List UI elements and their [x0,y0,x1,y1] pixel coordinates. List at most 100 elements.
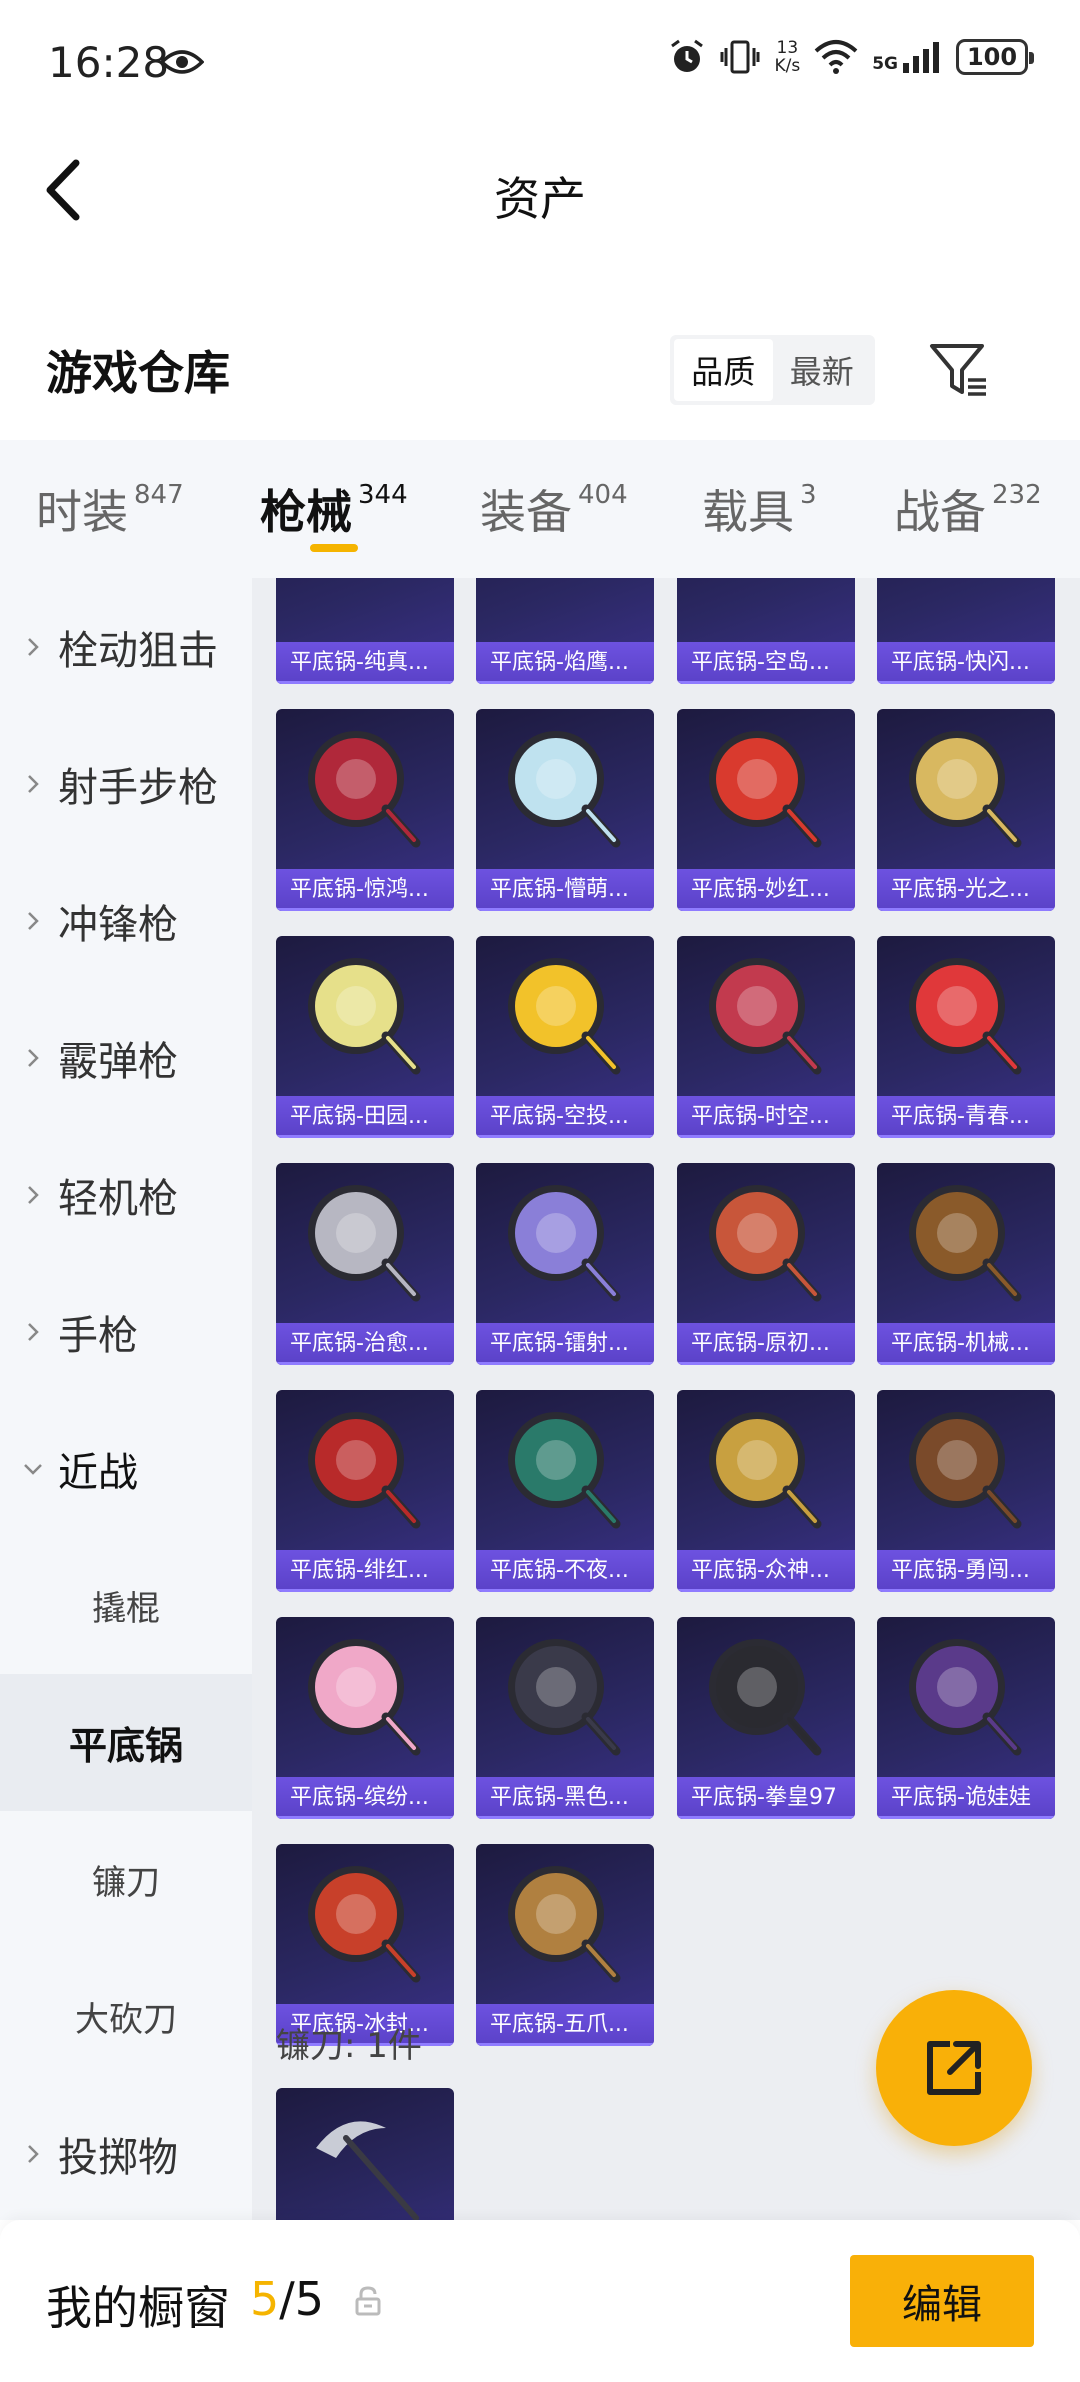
item-card[interactable]: 平底锅-光之... [877,709,1055,911]
edit-button[interactable]: 编辑 [850,2255,1034,2347]
item-card[interactable]: 平底锅-空岛... [677,578,855,684]
chevron-right-icon [28,1048,39,1067]
item-card[interactable]: 平底锅-绯红... [276,1390,454,1592]
sidebar-item-label: 栓动狙击 [58,627,218,674]
pan-icon [709,731,822,848]
nav-header: 资产 [0,125,1080,255]
item-card-label: 平底锅-时空... [677,1096,855,1138]
tab-vehicles[interactable]: 载具 3 [702,476,817,542]
sidebar-item-lmg[interactable]: 轻机枪 [0,1126,252,1263]
pan-icon [709,1639,822,1756]
sidebar: 栓动狙击 射手步枪 冲锋枪 霰弹枪 轻机枪 手枪 近战 撬棍 平底锅 镰刀 大砍… [0,578,252,2220]
sidebar-sub-pan[interactable]: 平底锅 [0,1674,252,1811]
sickle-icon [316,2121,419,2220]
item-card[interactable]: 平底锅-焰鹰... [476,578,654,684]
alarm-icon [671,39,704,72]
item-card[interactable]: 平底锅-快闪... [877,578,1055,684]
sort-quality-button[interactable]: 品质 [674,339,773,401]
section-title-sickle: 镰刀: 1件 [276,2026,422,2066]
item-card[interactable]: 平底锅-冰封... [276,1844,454,2046]
item-card-label: 平底锅-光之... [877,869,1055,911]
item-card[interactable]: 平底锅-缤纷... [276,1617,454,1819]
sort-toggle: 品质 最新 [670,335,875,405]
item-card[interactable]: 平底锅-不夜... [476,1390,654,1592]
item-card[interactable]: 平底锅-诡娃娃 [877,1617,1055,1819]
tab-fashion[interactable]: 时装 847 [36,476,184,542]
net-speed: 13 K/s [774,39,800,75]
item-card[interactable]: 平底锅-五爪... [476,1844,654,2046]
item-card[interactable]: 平底锅-纯真... [276,578,454,684]
item-card[interactable]: 平底锅-机械... [877,1163,1055,1365]
network-type: 5G [872,54,898,74]
item-grid: 平底锅-纯真... 平底锅-焰鹰... 平底锅-空岛... 平底锅-快闪... 平底锅-… [252,578,1080,2220]
item-card-label: 平底锅-绯红... [276,1550,454,1592]
item-card-label: 平底锅-拳皇97 [677,1777,855,1819]
item-card[interactable]: 平底锅-惊鸿... [276,709,454,911]
item-card-label: 平底锅-众神... [677,1550,855,1592]
sidebar-item-label: 投掷物 [58,2134,178,2181]
tab-count: 3 [800,480,817,510]
item-card-label: 平底锅-缤纷... [276,1777,454,1819]
item-card[interactable]: 平底锅-治愈... [276,1163,454,1365]
item-card[interactable]: 平底锅-空投... [476,936,654,1138]
sidebar-item-pistol[interactable]: 手枪 [0,1263,252,1400]
status-time: 16:28 [48,38,170,87]
pan-icon [909,731,1022,848]
item-card[interactable]: 平底锅-青春... [877,936,1055,1138]
item-card-label: 平底锅-纯真... [276,642,454,684]
tab-firearms[interactable]: 枪械 344 [260,476,408,542]
sidebar-item-shotgun[interactable]: 霰弹枪 [0,989,252,1126]
pan-icon [909,1412,1022,1529]
sidebar-item-label: 冲锋枪 [58,901,178,948]
pan-icon [508,1185,621,1302]
status-bar: 16:28 13 K/s 5G 100 [0,0,1080,125]
item-card[interactable]: 平底锅-妙红... [677,709,855,911]
item-card[interactable]: 平底锅-时空... [677,936,855,1138]
item-card[interactable]: 平底锅-原初... [677,1163,855,1365]
item-card-label: 平底锅-懵萌... [476,869,654,911]
tab-label: 装备 [480,485,572,539]
signal-group: 5G [872,41,942,73]
sort-latest-button[interactable]: 最新 [773,339,872,401]
showcase-title: 我的橱窗 [46,2281,230,2335]
vibrate-icon [720,40,760,74]
sidebar-item-smg[interactable]: 冲锋枪 [0,852,252,989]
pan-icon [308,958,421,1075]
tab-count: 344 [358,480,408,510]
tab-equipment[interactable]: 装备 404 [480,476,628,542]
chevron-right-icon [28,911,39,930]
item-card-sickle[interactable] [276,2088,454,2220]
item-card-label: 平底锅-治愈... [276,1323,454,1365]
sidebar-sub-crowbar[interactable]: 撬棍 [0,1537,252,1674]
sidebar-item-melee[interactable]: 近战 [0,1400,252,1537]
item-card[interactable]: 平底锅-众神... [677,1390,855,1592]
eye-icon [160,50,204,74]
item-card[interactable]: 平底锅-黑色... [476,1617,654,1819]
filter-icon[interactable] [928,340,990,402]
pan-icon [308,1185,421,1302]
item-card[interactable]: 平底锅-镭射... [476,1163,654,1365]
sidebar-item-marksman[interactable]: 射手步枪 [0,715,252,852]
item-card-label: 平底锅-青春... [877,1096,1055,1138]
item-card-label: 平底锅-黑色... [476,1777,654,1819]
item-card-label: 平底锅-原初... [677,1323,855,1365]
item-card-label: 平底锅-勇闯... [877,1550,1055,1592]
pan-icon [508,958,621,1075]
chevron-right-icon [28,774,39,793]
share-button[interactable] [876,1990,1032,2146]
sidebar-item-throwables[interactable]: 投掷物 [0,2085,252,2222]
item-card[interactable]: 平底锅-拳皇97 [677,1617,855,1819]
sidebar-sub-machete[interactable]: 大砍刀 [0,1948,252,2085]
item-card[interactable]: 平底锅-懵萌... [476,709,654,911]
item-card[interactable]: 平底锅-勇闯... [877,1390,1055,1592]
sidebar-sub-sickle[interactable]: 镰刀 [0,1811,252,1948]
item-card[interactable]: 平底锅-田园... [276,936,454,1138]
item-card-label: 平底锅-不夜... [476,1550,654,1592]
showcase-bar: 我的橱窗 5/5 编辑 [0,2220,1080,2382]
sidebar-item-bolt-sniper[interactable]: 栓动狙击 [0,578,252,715]
tab-combat-gear[interactable]: 战备 232 [894,476,1042,542]
pan-icon [909,1185,1022,1302]
sidebar-item-label: 近战 [58,1449,138,1496]
item-card-label: 平底锅-诡娃娃 [877,1777,1055,1819]
chevron-right-icon [28,637,39,656]
